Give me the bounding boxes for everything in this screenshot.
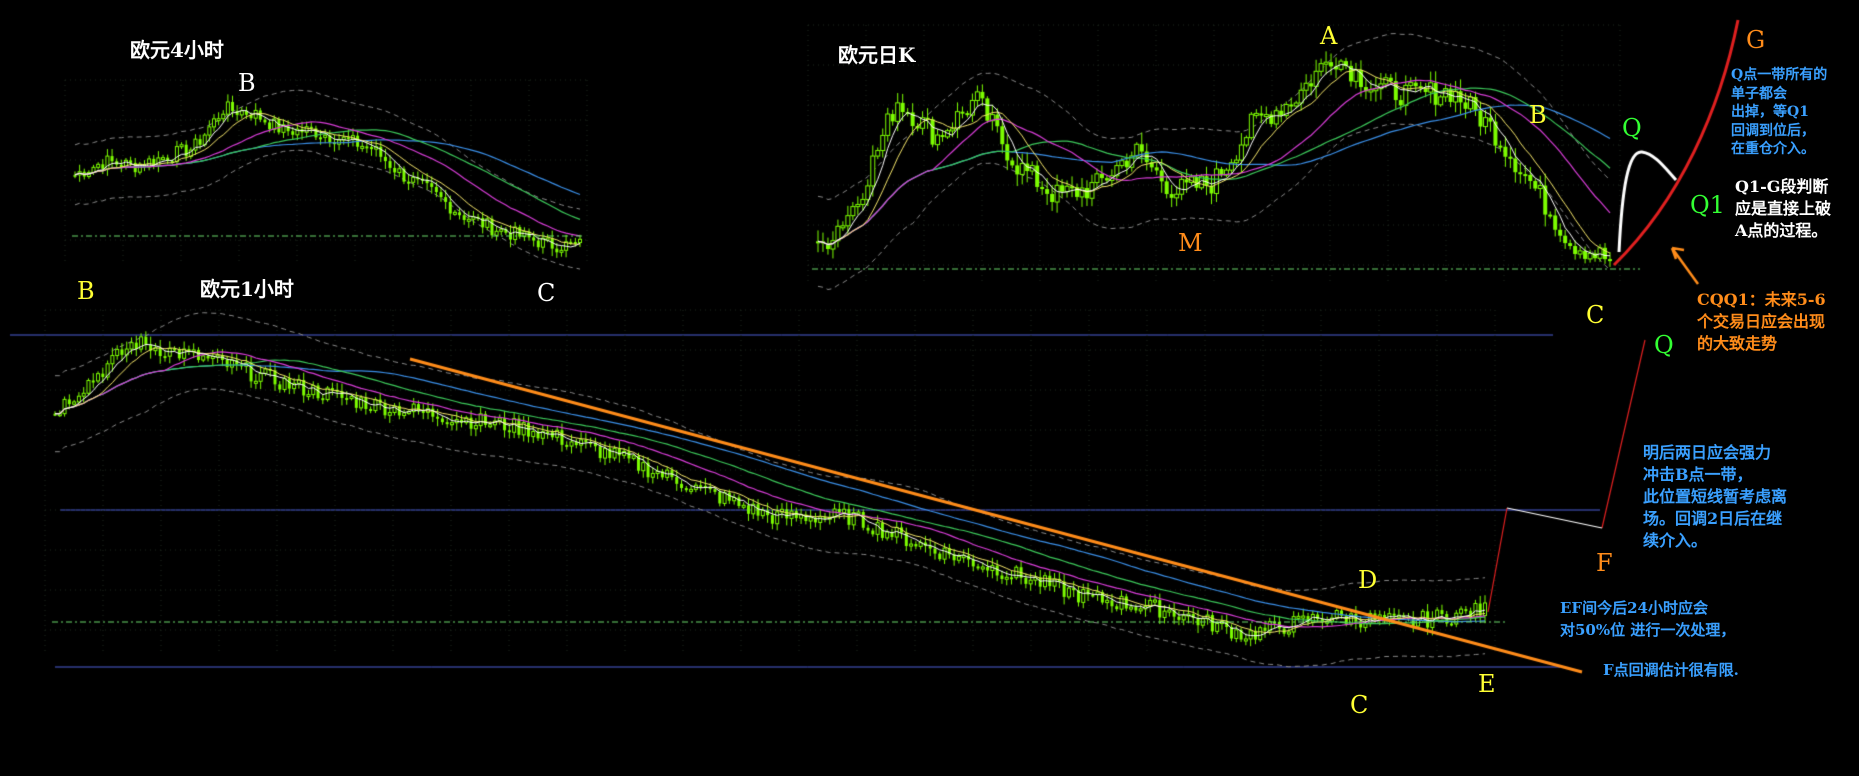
f-retrace-note: F点回调估计很有限. [1603, 660, 1739, 681]
note-line: 对50%位 进行一次处理， [1560, 621, 1736, 639]
note-line: Q点一带所有的 [1731, 67, 1828, 83]
chart-canvas [0, 0, 1859, 776]
daily-point-a: A [1320, 22, 1338, 50]
h1-point-q: Q [1654, 331, 1674, 359]
note-line: 单子都会 [1731, 85, 1787, 102]
note-line: 在重仓介入。 [1731, 141, 1815, 157]
note-line: EF间今后24小时应会 [1560, 599, 1708, 617]
note-line: 此位置短线暂考虑离 [1643, 487, 1788, 506]
note-line: CQQ1：未来5-6 [1697, 290, 1826, 309]
h1-panel-title: 欧元1小时 [200, 277, 294, 301]
daily-point-c: C [1586, 301, 1605, 329]
note-line: 场。回调2日后在继 [1643, 509, 1783, 528]
h1-point-f: F [1596, 549, 1613, 577]
daily-panel-title: 欧元日K [838, 43, 916, 67]
daily-point-q: Q [1622, 114, 1642, 142]
q1g-note: Q1-G段判断 应是直接上破 A点的过程。 [1735, 176, 1831, 242]
h1-point-b: B [77, 277, 95, 305]
note-line: A点的过程。 [1735, 221, 1828, 240]
note-line: 冲击B点一带， [1643, 465, 1753, 484]
q-exit-note: Q点一带所有的 单子都会 出掉，等Q1 回调到位后， 在重仓介入。 [1731, 66, 1827, 159]
h1-point-d: D [1358, 566, 1378, 594]
daily-point-b: B [1529, 101, 1547, 129]
note-line: 回调到位后， [1731, 122, 1815, 139]
note-line: 明后两日应会强力 [1643, 443, 1772, 462]
h1-point-e: E [1478, 670, 1496, 698]
note-line: Q1-G段判断 [1735, 177, 1829, 196]
h4-panel-title: 欧元4小时 [130, 38, 224, 62]
daily-point-g: G [1746, 26, 1766, 54]
h1-point-c: C [1350, 691, 1369, 719]
note-line: 续介入。 [1643, 531, 1708, 550]
note-line: 应是直接上破 [1735, 199, 1832, 218]
daily-point-q1: Q1 [1690, 191, 1725, 219]
note-line: 出掉，等Q1 [1731, 104, 1809, 120]
cqq1-note: CQQ1：未来5-6 个交易日应会出现 的大致走势 [1697, 289, 1826, 355]
daily-point-m: M [1178, 229, 1203, 257]
b-area-note: 明后两日应会强力 冲击B点一带， 此位置短线暂考虑离 场。回调2日后在继 续介入… [1643, 442, 1787, 552]
note-line: 的大致走势 [1697, 334, 1778, 353]
ef-note: EF间今后24小时应会 对50%位 进行一次处理， [1560, 597, 1735, 641]
note-line: F点回调估计很有限. [1603, 661, 1739, 679]
h4-point-b: B [238, 69, 256, 97]
note-line: 个交易日应会出现 [1697, 312, 1826, 331]
h4-point-c: C [537, 279, 556, 307]
